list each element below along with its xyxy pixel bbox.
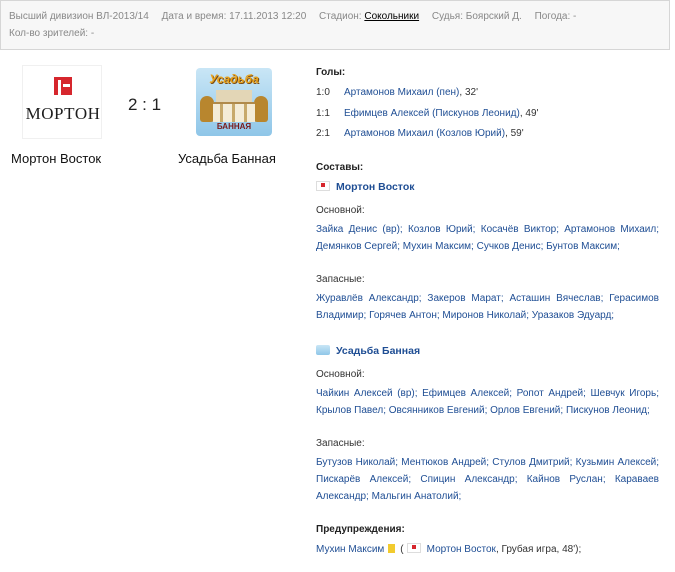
stadium-link[interactable]: Сокольники (364, 11, 419, 22)
away-team-logo[interactable]: Усадьба БАННАЯ (196, 68, 272, 136)
goals-heading: Голы: (316, 67, 346, 78)
usadba-logo-icon (316, 345, 330, 355)
datetime-label: Дата и время: 17.11.2013 12:20 (161, 11, 307, 22)
morton-logo-icon (316, 181, 330, 191)
away-main-players[interactable]: Чайкин Алексей (вр); Ефимцев Алексей; Ро… (316, 385, 659, 419)
column-icon (220, 104, 223, 122)
home-lineup-team-name[interactable]: Мортон Восток (336, 181, 414, 193)
weather-label: Погода: - (534, 11, 577, 22)
match-summary: МОРТОН 2 : 1 Усадьба БАННАЯ Мортон Восто… (0, 62, 300, 182)
goal-scorer-link[interactable]: Артамонов Михаил (Козлов Юрий) (344, 128, 505, 139)
home-lineup-team[interactable]: Мортон Восток (316, 181, 414, 193)
goal-score: 1:1 (316, 108, 330, 119)
morton-logo-icon (406, 543, 421, 553)
home-main-players[interactable]: Зайка Денис (вр); Козлов Юрий; Косачёв В… (316, 221, 659, 255)
away-lineup-team-name[interactable]: Усадьба Банная (336, 345, 420, 357)
weather-value: - (573, 11, 577, 22)
warning-player-link[interactable]: Мухин Максим (316, 544, 384, 555)
home-subs-label: Запасные: (316, 274, 365, 285)
match-score: 2 : 1 (128, 95, 162, 114)
goal-row: 1:1 Ефимцев Алексей (Пискунов Леонид), 49… (316, 108, 538, 119)
warning-row: Мухин Максим ( Мортон Восток, Грубая игра,… (316, 543, 581, 555)
datetime-value: 17.11.2013 12:20 (229, 11, 307, 22)
away-sub-players[interactable]: Бутузов Николай; Ментюков Андрей; Стулов… (316, 454, 659, 505)
goal-score: 2:1 (316, 128, 330, 139)
column-icon (232, 104, 235, 122)
spectators-label: Кол-во зрителей: - (9, 28, 95, 39)
yellow-card-icon (388, 544, 396, 553)
stadium-label: Стадион: Сокольники (319, 11, 420, 22)
bear-right-icon (254, 96, 268, 122)
division-label: Высший дивизион ВЛ-2013/14 (9, 11, 149, 22)
goal-scorer-link[interactable]: Артамонов Михаил (пен) (344, 87, 459, 98)
away-main-label: Основной: (316, 369, 365, 380)
goal-minute: , 49' (519, 108, 539, 119)
goal-row: 1:0 Артамонов Михаил (пен), 32' (316, 87, 478, 98)
home-sub-players[interactable]: Журавлёв Александр; Закеров Марат; Асташ… (316, 290, 659, 324)
away-lineup-team[interactable]: Усадьба Банная (316, 345, 420, 357)
warning-open-paren: ( (400, 544, 404, 555)
column-icon (244, 104, 247, 122)
away-team-name[interactable]: Усадьба Банная (178, 151, 276, 166)
home-team-logo[interactable]: МОРТОН (22, 65, 102, 139)
away-subs-label: Запасные: (316, 438, 365, 449)
home-main-label: Основной: (316, 205, 365, 216)
spectators-value: - (90, 28, 95, 39)
referee-label: Судья: Боярский Д. (431, 11, 522, 22)
away-logo-sub: БАННАЯ (216, 122, 252, 131)
referee-value: Боярский Д. (465, 11, 522, 22)
lineups-heading: Составы: (316, 162, 364, 173)
goal-minute: , 59' (505, 128, 524, 139)
home-logo-text: МОРТОН (25, 104, 101, 123)
goal-minute: , 32' (459, 87, 478, 98)
warning-team-link[interactable]: Мортон Восток (427, 544, 496, 555)
match-info-bar: Высший дивизион ВЛ-2013/14 Дата и время:… (0, 0, 670, 50)
bear-left-icon (200, 96, 214, 122)
goal-score: 1:0 (316, 87, 330, 98)
home-team-name[interactable]: Мортон Восток (11, 151, 101, 166)
warning-reason: , Грубая игра, 48'); (495, 544, 582, 555)
away-logo-title: Усадьба (209, 72, 259, 86)
morton-mark-icon (54, 77, 72, 95)
warnings-heading: Предупреждения: (316, 524, 405, 535)
goal-scorer-link[interactable]: Ефимцев Алексей (Пискунов Леонид) (344, 108, 520, 119)
goal-row: 2:1 Артамонов Михаил (Козлов Юрий), 59' (316, 128, 524, 139)
